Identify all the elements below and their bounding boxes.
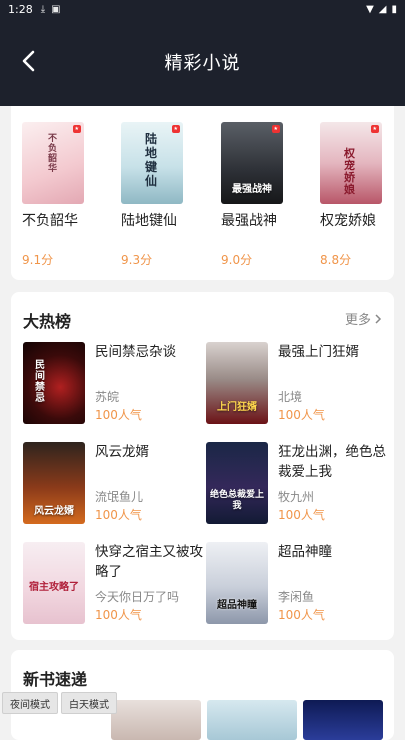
book-cover[interactable]: 风云龙婿 [23, 442, 85, 524]
cover-title: 陆地键仙 [145, 132, 158, 188]
day-mode-button[interactable]: 白天模式 [61, 692, 117, 714]
wifi-icon: ▼ [366, 3, 374, 15]
ranking-item[interactable]: 风云龙婿 风云龙婿 流氓鱼儿 100人气 [23, 442, 205, 528]
book-cover[interactable]: 宿主攻略了 [23, 542, 85, 624]
section-title: 大热榜 [23, 312, 72, 331]
book-author: 北境 [278, 390, 303, 404]
ranking-item[interactable]: 绝色总裁爱上我 狂龙出渊，绝色总裁爱上我 牧九州 100人气 [206, 442, 388, 528]
book-popularity: 100人气 [278, 508, 325, 522]
signal-icon: ◢ [378, 3, 387, 15]
cover-tag: ★ [72, 125, 81, 133]
more-link[interactable]: 更多 [345, 309, 382, 328]
book-score: 9.1分 [22, 253, 54, 267]
book-score: 9.0分 [221, 253, 253, 267]
cover-tag: ★ [370, 125, 379, 133]
book-cover[interactable]: 超品神瞳 [206, 542, 268, 624]
book-author: 牧九州 [278, 490, 315, 504]
book-title: 超品神瞳 [278, 544, 332, 560]
book-cover[interactable]: 民间禁忌 [23, 342, 85, 424]
book-author: 苏皖 [95, 390, 120, 404]
book-cover[interactable] [303, 700, 383, 740]
book-popularity: 100人气 [278, 608, 325, 622]
notification-icon: ▣ [51, 3, 61, 15]
cover-tag: ★ [171, 125, 180, 133]
ranking-item[interactable]: 宿主攻略了 快穿之宿主又被攻略了 今天你日万了吗 100人气 [23, 542, 205, 628]
cover-title: 民间禁忌 [35, 360, 45, 404]
ranking-item[interactable]: 超品神瞳 超品神瞳 李闲鱼 100人气 [206, 542, 388, 628]
book-title: 最强战神 [221, 213, 277, 229]
cover-title: 超品神瞳 [217, 600, 257, 611]
book-author: 今天你日万了吗 [95, 590, 180, 604]
book-cover[interactable] [207, 700, 297, 740]
page-title: 精彩小说 [164, 53, 241, 74]
cover-title: 宿主攻略了 [29, 582, 79, 593]
book-title: 最强上门狂婿 [278, 344, 359, 360]
book-score: 8.8分 [320, 253, 352, 267]
book-title: 陆地键仙 [121, 213, 177, 229]
download-icon: ⤓ [40, 3, 46, 15]
ranking-item[interactable]: 上门狂婿 最强上门狂婿 北境 100人气 [206, 342, 388, 428]
book-popularity: 100人气 [95, 408, 142, 422]
cover-title: 不负韶华 [48, 134, 58, 174]
book-title: 风云龙婿 [95, 444, 149, 460]
book-cover[interactable]: 上门狂婿 [206, 342, 268, 424]
status-bar: 1:28 ⤓ ▣ ▼ ◢ ▮ [0, 0, 405, 18]
more-label: 更多 [344, 313, 371, 328]
book-title: 狂龙出渊，绝色总裁爱上我 [278, 444, 386, 480]
ranking-item[interactable]: 民间禁忌 民间禁忌杂谈 苏皖 100人气 [23, 342, 205, 428]
chevron-right-icon [375, 313, 382, 324]
book-popularity: 100人气 [95, 608, 142, 622]
book-title: 不负韶华 [22, 213, 78, 229]
status-time: 1:28 [8, 2, 33, 16]
book-cover[interactable]: ★ 最强战神 [221, 122, 283, 204]
cover-title: 风云龙婿 [34, 506, 74, 517]
book-score: 9.3分 [121, 253, 153, 267]
section-title: 新书速递 [23, 670, 88, 689]
cover-title: 最强战神 [232, 184, 272, 195]
top-books-section: ★ 不负韶华 不负韶华 9.1分 ★ 陆地键仙 陆地键仙 9.3分 ★ 最强战神… [11, 106, 394, 280]
book-title: 快穿之宿主又被攻略了 [95, 544, 203, 580]
book-author: 流氓鱼儿 [95, 490, 144, 504]
book-cover[interactable]: 绝色总裁爱上我 [206, 442, 268, 524]
book-cover[interactable]: ★ 陆地键仙 [121, 122, 183, 204]
book-popularity: 100人气 [278, 408, 325, 422]
book-popularity: 100人气 [95, 508, 142, 522]
app-bar: 精彩小说 [0, 18, 405, 106]
cover-title: 绝色总裁爱上我 [209, 490, 264, 511]
cover-title: 上门狂婿 [217, 402, 257, 413]
cover-title: 权宠娇娘 [344, 147, 355, 196]
book-title: 权宠娇娘 [320, 213, 376, 229]
book-cover[interactable]: ★ 权宠娇娘 [320, 122, 382, 204]
book-author: 李闲鱼 [278, 590, 315, 604]
cover-tag: ★ [271, 125, 280, 133]
battery-icon: ▮ [391, 3, 397, 15]
book-cover[interactable]: ★ 不负韶华 [22, 122, 84, 204]
book-cover[interactable] [111, 700, 201, 740]
book-title: 民间禁忌杂谈 [95, 344, 176, 360]
night-mode-button[interactable]: 夜间模式 [2, 692, 58, 714]
hot-ranking-section: 大热榜 更多 民间禁忌 民间禁忌杂谈 苏皖 100人气 上门狂婿 最强上门狂婿 … [11, 292, 394, 640]
